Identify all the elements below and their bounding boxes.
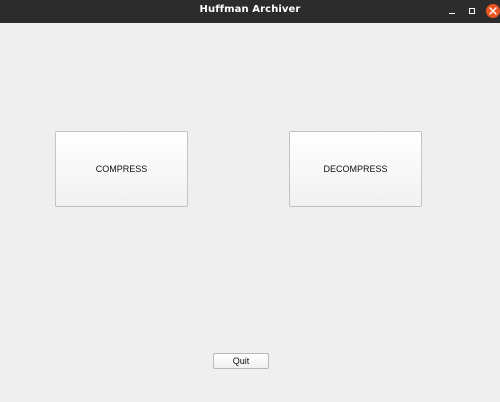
window-title: Huffman Archiver: [199, 4, 301, 15]
close-icon: [489, 7, 497, 15]
compress-button[interactable]: COMPRESS: [55, 131, 188, 207]
maximize-icon: [469, 8, 475, 14]
title-bar: Huffman Archiver: [0, 0, 500, 23]
app-window: Huffman Archiver COMPRESS DECOMPRESS Qui…: [0, 0, 500, 402]
close-button[interactable]: [486, 4, 500, 18]
quit-button[interactable]: Quit: [213, 353, 269, 369]
minimize-button[interactable]: [445, 5, 459, 19]
decompress-button[interactable]: DECOMPRESS: [289, 131, 422, 207]
minimize-icon: [449, 13, 455, 14]
maximize-button[interactable]: [466, 5, 480, 19]
